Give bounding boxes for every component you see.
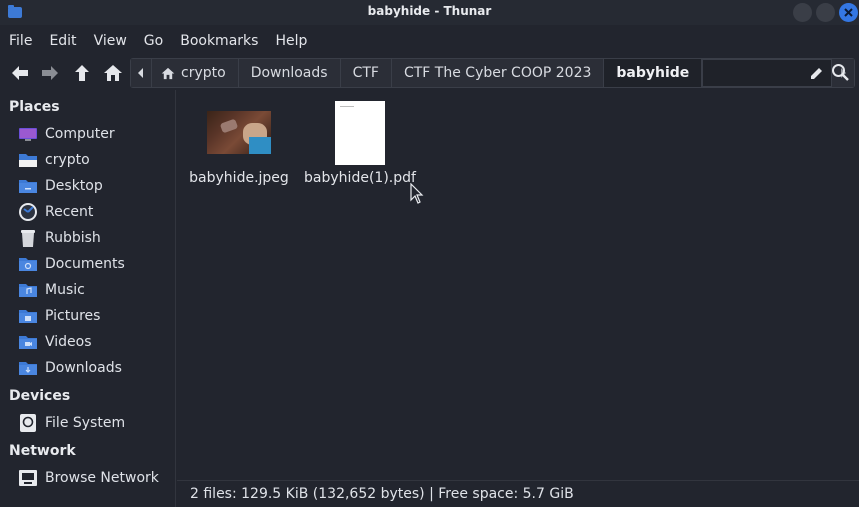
breadcrumb-crypto[interactable]: crypto	[152, 59, 239, 87]
drive-icon	[17, 414, 39, 432]
status-bar: 2 files: 129.5 KiB (132,652 bytes) | Fre…	[177, 480, 859, 507]
sidebar-item-label: Desktop	[45, 178, 103, 194]
minimize-button[interactable]	[793, 3, 812, 22]
sidebar-item-label: Recent	[45, 204, 94, 220]
sidebar-item-desktop[interactable]: Desktop	[17, 175, 103, 197]
sidebar-item-label: Browse Network	[45, 470, 159, 486]
sidebar-item-file-system[interactable]: File System	[17, 412, 125, 434]
window-title: babyhide - Thunar	[367, 4, 492, 18]
menu-edit[interactable]: Edit	[49, 33, 76, 49]
breadcrumb-babyhide[interactable]: babyhide	[604, 59, 703, 87]
up-button[interactable]	[70, 62, 94, 84]
breadcrumb: crypto Downloads CTF CTF The Cyber COOP …	[130, 58, 856, 88]
breadcrumb-ctf[interactable]: CTF	[340, 59, 392, 87]
home-folder-icon	[17, 151, 39, 169]
search-button[interactable]	[831, 63, 850, 86]
sidebar-item-label: Rubbish	[45, 230, 101, 246]
menu-help[interactable]: Help	[275, 33, 307, 49]
videos-folder-icon	[17, 333, 39, 351]
file-label-pdf[interactable]: babyhide(1).pdf	[304, 170, 416, 186]
up-arrow-icon	[75, 65, 89, 81]
menu-go[interactable]: Go	[144, 33, 163, 49]
sidebar-item-crypto[interactable]: crypto	[17, 149, 90, 171]
forward-button[interactable]	[38, 62, 62, 84]
title-bar: babyhide - Thunar	[0, 0, 859, 25]
breadcrumb-label: crypto	[181, 65, 226, 81]
breadcrumb-ctf-cyber-coop[interactable]: CTF The Cyber COOP 2023	[391, 59, 605, 87]
home-button[interactable]	[101, 62, 125, 84]
sidebar-item-label: Pictures	[45, 308, 101, 324]
mouse-cursor-icon	[410, 183, 424, 204]
sidebar-item-pictures[interactable]: Pictures	[17, 305, 100, 327]
breadcrumb-downloads[interactable]: Downloads	[238, 59, 341, 87]
file-view[interactable]	[177, 90, 859, 480]
maximize-button[interactable]	[816, 3, 835, 22]
sidebar-item-label: Downloads	[45, 360, 122, 376]
sidebar-item-rubbish[interactable]: Rubbish	[17, 227, 101, 249]
desktop-folder-icon	[17, 177, 39, 195]
back-button[interactable]	[8, 62, 32, 84]
image-thumbnail[interactable]	[207, 111, 271, 154]
file-label-jpeg[interactable]: babyhide.jpeg	[187, 170, 291, 186]
close-button[interactable]	[839, 3, 858, 22]
menu-file[interactable]: File	[9, 33, 32, 49]
location-input[interactable]	[702, 59, 833, 87]
menu-bar: File Edit View Go Bookmarks Help	[0, 25, 859, 56]
sidebar-item-label: File System	[45, 415, 126, 431]
sidebar-item-browse-network[interactable]: Browse Network	[17, 467, 159, 489]
back-arrow-icon	[12, 66, 28, 80]
home-icon	[161, 67, 175, 79]
downloads-folder-icon	[17, 359, 39, 377]
forward-arrow-icon	[42, 66, 58, 80]
devices-heading: Devices	[9, 388, 71, 404]
sidebar-item-label: Music	[45, 282, 85, 298]
sidebar-item-label: crypto	[45, 152, 90, 168]
network-icon	[17, 469, 39, 487]
pencil-icon	[811, 68, 823, 79]
trash-icon	[17, 229, 39, 247]
sidebar-item-label: Videos	[45, 334, 92, 350]
places-heading: Places	[9, 99, 60, 115]
sidebar-item-computer[interactable]: Computer	[17, 123, 115, 145]
sidebar-item-recent[interactable]: Recent	[17, 201, 93, 223]
sidebar-item-documents[interactable]: Documents	[17, 253, 125, 275]
close-icon	[844, 8, 853, 17]
breadcrumb-scroll-left[interactable]	[131, 59, 152, 87]
menu-view[interactable]: View	[94, 33, 127, 49]
search-icon	[832, 64, 849, 81]
sidebar-item-videos[interactable]: Videos	[17, 331, 92, 353]
sidebar-item-music[interactable]: Music	[17, 279, 85, 301]
sidebar: Places Computer crypto Desktop Recent Ru…	[0, 90, 176, 507]
pdf-thumbnail[interactable]	[335, 101, 385, 165]
sidebar-item-label: Computer	[45, 126, 115, 142]
documents-folder-icon	[17, 255, 39, 273]
sidebar-item-label: Documents	[45, 256, 125, 272]
network-heading: Network	[9, 443, 76, 459]
pictures-folder-icon	[17, 307, 39, 325]
sidebar-item-downloads[interactable]: Downloads	[17, 357, 122, 379]
chevron-left-icon	[138, 68, 143, 78]
computer-icon	[17, 125, 39, 143]
recent-icon	[17, 203, 39, 221]
menu-bookmarks[interactable]: Bookmarks	[180, 33, 258, 49]
music-folder-icon	[17, 281, 39, 299]
home-icon	[104, 65, 122, 81]
